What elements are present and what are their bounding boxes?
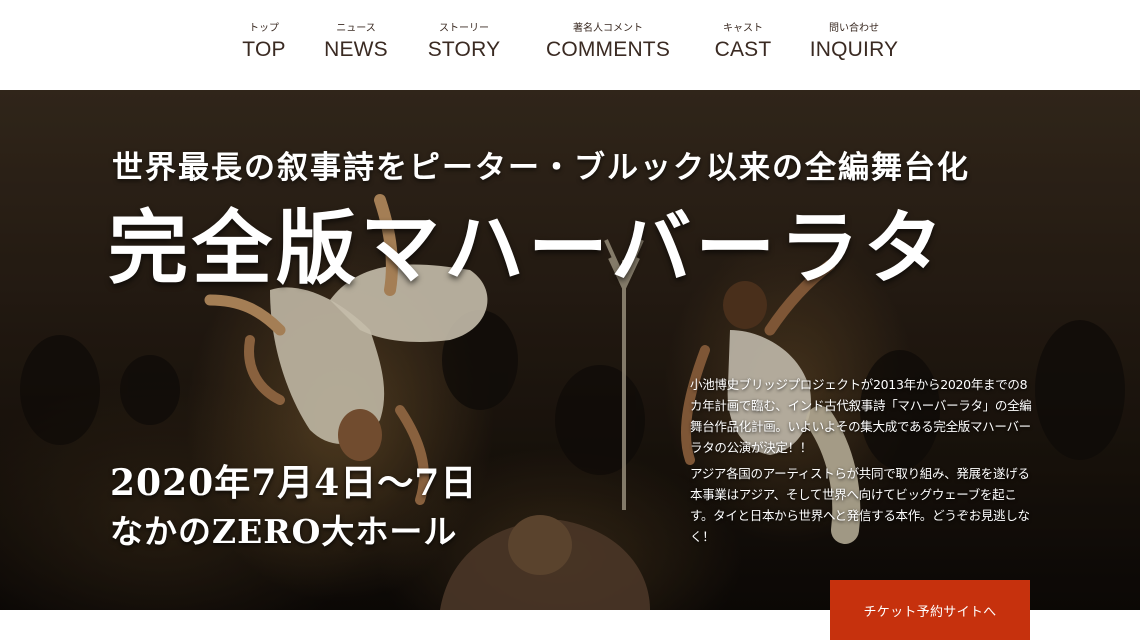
nav-item-news[interactable]: ニュース NEWS	[318, 22, 394, 64]
performance-dates: 2020年7月4日～7日	[110, 462, 478, 504]
nav-label-comments: COMMENTS	[545, 38, 671, 61]
ticket-reservation-button[interactable]: チケット予約サイトへ	[830, 580, 1030, 640]
nav-item-inquiry[interactable]: 問い合わせ INQUIRY	[806, 22, 902, 64]
nav-ruby-cast: キャスト	[723, 23, 763, 34]
nav-label-cast: CAST	[714, 38, 772, 61]
nav-item-top[interactable]: トップ TOP	[230, 22, 298, 64]
nav-ruby-story: ストーリー	[439, 23, 489, 34]
hero-description-paragraph: 小池博史ブリッジプロジェクトが2013年から2020年までの8カ年計画で臨む、イ…	[690, 377, 1032, 455]
hero-banner: 世界最長の叙事詩をピーター・ブルック以来の全編舞台化 完全版マハーバーラタ 20…	[0, 90, 1140, 610]
nav-item-comments[interactable]: 著名人コメント COMMENTS	[540, 22, 676, 64]
main-nav: トップ TOP ニュース NEWS ストーリー STORY 著名人コメント CO…	[0, 22, 1140, 74]
nav-label-top: TOP	[242, 38, 286, 61]
hero-description-paragraph: アジア各国のアーティストらが共同で取り組み、発展を遂げる本事業はアジア、そして世…	[690, 466, 1030, 544]
hero-subtitle: 世界最長の叙事詩をピーター・ブルック以来の全編舞台化	[112, 150, 970, 186]
nav-ruby-news: ニュース	[336, 23, 376, 34]
site-header: トップ TOP ニュース NEWS ストーリー STORY 著名人コメント CO…	[0, 0, 1140, 90]
nav-label-inquiry: INQUIRY	[809, 38, 899, 61]
nav-ruby-top: トップ	[249, 23, 279, 34]
nav-ruby-inquiry: 問い合わせ	[829, 23, 879, 34]
nav-label-news: NEWS	[324, 38, 388, 61]
hero-description: 小池博史ブリッジプロジェクトが2013年から2020年までの8カ年計画で臨む、イ…	[690, 374, 1035, 547]
nav-ruby-comments: 著名人コメント	[573, 23, 643, 34]
performance-venue: なかのZERO大ホール	[110, 512, 458, 551]
nav-label-story: STORY	[427, 38, 501, 61]
nav-item-cast[interactable]: キャスト CAST	[708, 22, 778, 64]
hero-title: 完全版マハーバーラタ	[108, 201, 948, 295]
nav-item-story[interactable]: ストーリー STORY	[424, 22, 504, 64]
